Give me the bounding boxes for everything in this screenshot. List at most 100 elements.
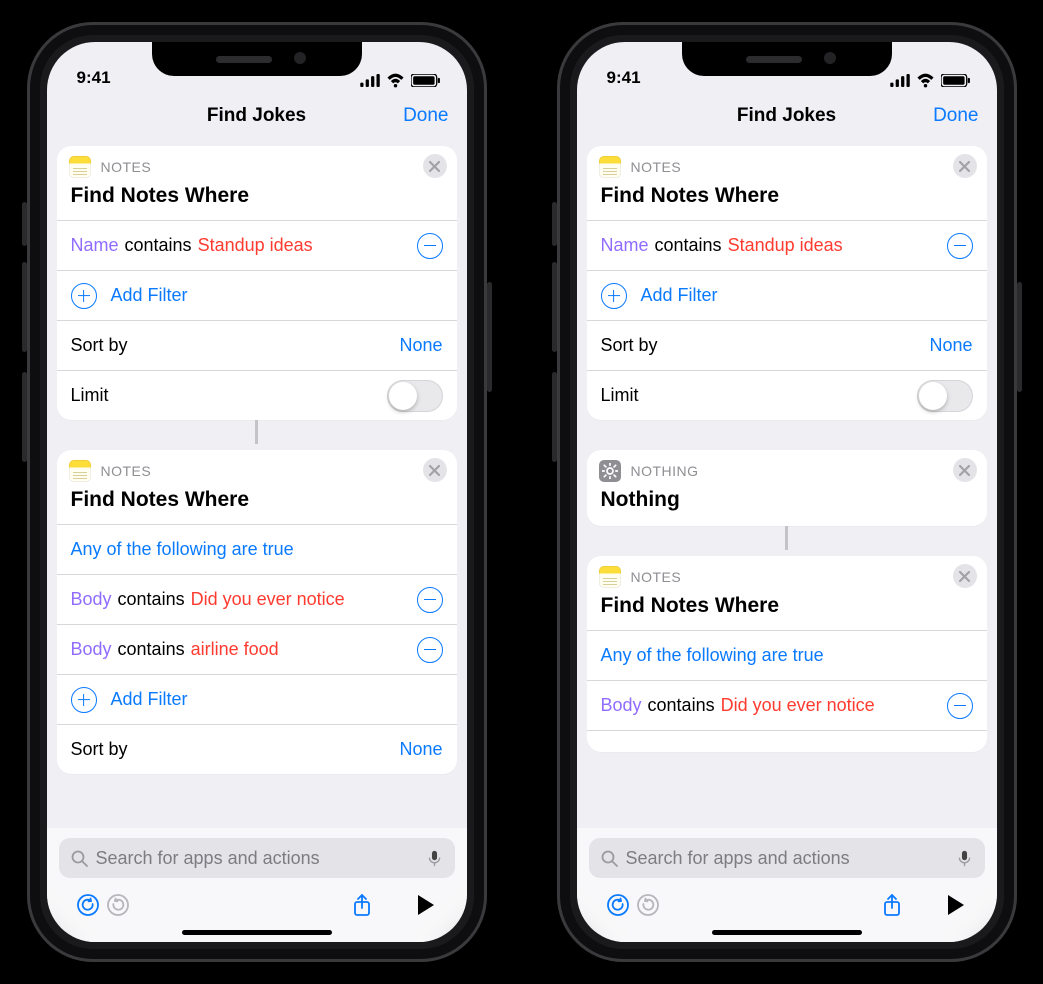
wifi-icon <box>386 73 405 88</box>
bottom-toolbar: Search for apps and actions <box>47 828 467 942</box>
limit-row: Limit <box>57 370 457 420</box>
filter-field: Body <box>71 639 112 660</box>
sort-by-row[interactable]: Sort by None <box>57 320 457 370</box>
remove-action-button[interactable] <box>423 154 447 178</box>
battery-icon <box>941 74 971 87</box>
notch <box>152 42 362 76</box>
add-filter-row[interactable]: Add Filter <box>57 270 457 320</box>
action-connector <box>57 420 457 444</box>
status-time: 9:41 <box>607 68 641 88</box>
filter-row[interactable]: Name contains Standup ideas <box>587 220 987 270</box>
limit-row: Limit <box>587 370 987 420</box>
signal-icon <box>360 74 380 87</box>
filter-row[interactable]: Body contains Did you ever notice <box>57 574 457 624</box>
dictation-icon[interactable] <box>956 850 973 867</box>
action-card-nothing: NOTHING Nothing <box>587 450 987 526</box>
action-app-label: NOTES <box>631 159 682 175</box>
limit-label: Limit <box>601 385 639 406</box>
filter-row-partial[interactable] <box>587 730 987 752</box>
limit-toggle[interactable] <box>387 380 443 412</box>
action-card-find-notes-2: NOTES Find Notes Where Any of the follow… <box>587 556 987 752</box>
action-app-label: NOTHING <box>631 463 699 479</box>
filter-operator: contains <box>118 639 185 660</box>
share-button[interactable] <box>347 890 377 920</box>
remove-filter-button[interactable] <box>417 233 443 259</box>
run-button[interactable] <box>941 890 971 920</box>
search-icon <box>601 850 618 867</box>
add-filter-row[interactable]: Add Filter <box>587 270 987 320</box>
notes-app-icon <box>599 566 621 588</box>
plus-icon <box>71 687 97 713</box>
match-mode-label: Any of the following are true <box>71 539 294 560</box>
action-title: Nothing <box>587 484 987 526</box>
sort-label: Sort by <box>71 335 128 356</box>
sort-value: None <box>399 739 442 760</box>
run-button[interactable] <box>411 890 441 920</box>
filter-value: Standup ideas <box>198 235 313 256</box>
action-title: Find Notes Where <box>587 590 987 630</box>
match-mode-row[interactable]: Any of the following are true <box>57 524 457 574</box>
filter-value: Did you ever notice <box>721 695 875 716</box>
action-card-find-notes-1: NOTES Find Notes Where Name contains Sta… <box>587 146 987 420</box>
filter-operator: contains <box>118 589 185 610</box>
share-button[interactable] <box>877 890 907 920</box>
filter-field <box>601 731 606 752</box>
search-field[interactable]: Search for apps and actions <box>59 838 455 878</box>
filter-field: Body <box>601 695 642 716</box>
remove-action-button[interactable] <box>953 154 977 178</box>
filter-row[interactable]: Body contains airline food <box>57 624 457 674</box>
sort-value: None <box>399 335 442 356</box>
filter-row[interactable]: Name contains Standup ideas <box>57 220 457 270</box>
action-title: Find Notes Where <box>57 180 457 220</box>
action-app-label: NOTES <box>101 159 152 175</box>
notes-app-icon <box>599 156 621 178</box>
plus-icon <box>71 283 97 309</box>
remove-filter-button[interactable] <box>417 587 443 613</box>
page-title: Find Jokes <box>207 105 306 127</box>
bottom-toolbar: Search for apps and actions <box>577 828 997 942</box>
filter-field: Name <box>601 235 649 256</box>
remove-action-button[interactable] <box>423 458 447 482</box>
filter-field: Body <box>71 589 112 610</box>
device-left: 9:41 Find Jokes Done NOTES <box>27 22 487 962</box>
sort-by-row[interactable]: Sort by None <box>57 724 457 774</box>
done-button[interactable]: Done <box>933 105 978 127</box>
filter-row[interactable]: Body contains Did you ever notice <box>587 680 987 730</box>
undo-button[interactable] <box>603 890 633 920</box>
undo-button[interactable] <box>73 890 103 920</box>
limit-label: Limit <box>71 385 109 406</box>
limit-toggle[interactable] <box>917 380 973 412</box>
remove-filter-button[interactable] <box>417 637 443 663</box>
action-title: Find Notes Where <box>587 180 987 220</box>
remove-action-button[interactable] <box>953 458 977 482</box>
search-field[interactable]: Search for apps and actions <box>589 838 985 878</box>
home-indicator[interactable] <box>182 930 332 935</box>
add-filter-row[interactable]: Add Filter <box>57 674 457 724</box>
filter-field: Name <box>71 235 119 256</box>
nothing-app-icon <box>599 460 621 482</box>
add-filter-label: Add Filter <box>111 285 188 306</box>
filter-operator: contains <box>648 695 715 716</box>
nav-bar: Find Jokes Done <box>47 92 467 140</box>
sort-by-row[interactable]: Sort by None <box>587 320 987 370</box>
dictation-icon[interactable] <box>426 850 443 867</box>
match-mode-row[interactable]: Any of the following are true <box>587 630 987 680</box>
remove-action-button[interactable] <box>953 564 977 588</box>
match-mode-label: Any of the following are true <box>601 645 824 666</box>
redo-button[interactable] <box>633 890 663 920</box>
search-placeholder: Search for apps and actions <box>96 848 418 869</box>
search-placeholder: Search for apps and actions <box>626 848 948 869</box>
action-app-label: NOTES <box>101 463 152 479</box>
plus-icon <box>601 283 627 309</box>
notes-app-icon <box>69 460 91 482</box>
sort-label: Sort by <box>601 335 658 356</box>
home-indicator[interactable] <box>712 930 862 935</box>
remove-filter-button[interactable] <box>947 693 973 719</box>
done-button[interactable]: Done <box>403 105 448 127</box>
redo-button[interactable] <box>103 890 133 920</box>
nav-bar: Find Jokes Done <box>577 92 997 140</box>
filter-operator: contains <box>125 235 192 256</box>
remove-filter-button[interactable] <box>947 233 973 259</box>
wifi-icon <box>916 73 935 88</box>
signal-icon <box>890 74 910 87</box>
